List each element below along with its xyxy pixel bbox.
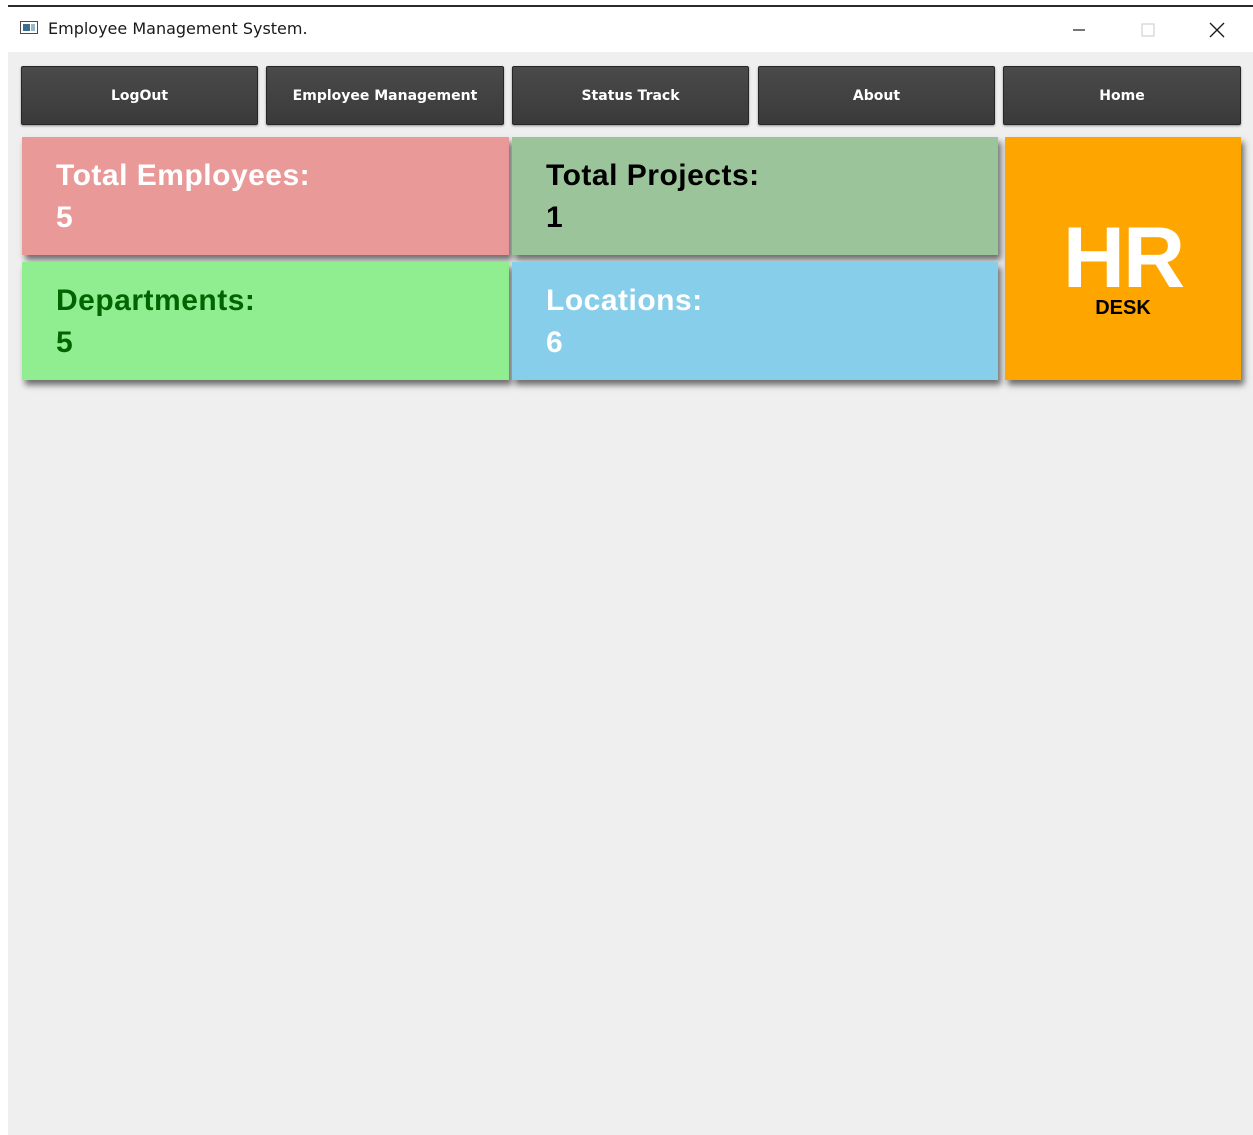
minimize-button[interactable] <box>1056 7 1102 52</box>
maximize-icon <box>1141 23 1155 36</box>
logout-button[interactable]: LogOut <box>21 66 258 125</box>
total-employees-value: 5 <box>56 201 73 234</box>
about-button[interactable]: About <box>758 66 995 125</box>
close-icon <box>1209 22 1225 37</box>
total-employees-card: Total Employees: 5 <box>22 137 509 255</box>
total-projects-value: 1 <box>546 201 563 234</box>
close-button[interactable] <box>1194 7 1240 52</box>
total-employees-label: Total Employees: <box>56 159 311 192</box>
home-button[interactable]: Home <box>1003 66 1241 125</box>
total-projects-card: Total Projects: 1 <box>512 137 998 255</box>
employee-management-button[interactable]: Employee Management <box>266 66 504 125</box>
locations-label: Locations: <box>546 284 703 317</box>
hr-logo-text: HR <box>1062 210 1185 306</box>
status-track-button[interactable]: Status Track <box>512 66 749 125</box>
departments-value: 5 <box>56 326 73 359</box>
maximize-button[interactable] <box>1125 7 1171 52</box>
locations-card: Locations: 6 <box>512 262 998 380</box>
minimize-icon <box>1073 28 1085 31</box>
app-window: Employee Management System. LogOut Emplo… <box>8 5 1253 1135</box>
hr-desk-logo: HR DESK <box>1005 137 1241 380</box>
departments-card: Departments: 5 <box>22 262 509 380</box>
title-bar[interactable]: Employee Management System. <box>8 7 1253 52</box>
departments-label: Departments: <box>56 284 256 317</box>
app-window-icon <box>20 21 38 34</box>
locations-value: 6 <box>546 326 563 359</box>
window-title: Employee Management System. <box>48 19 308 38</box>
desk-logo-text: DESK <box>1095 297 1151 319</box>
total-projects-label: Total Projects: <box>546 159 760 192</box>
